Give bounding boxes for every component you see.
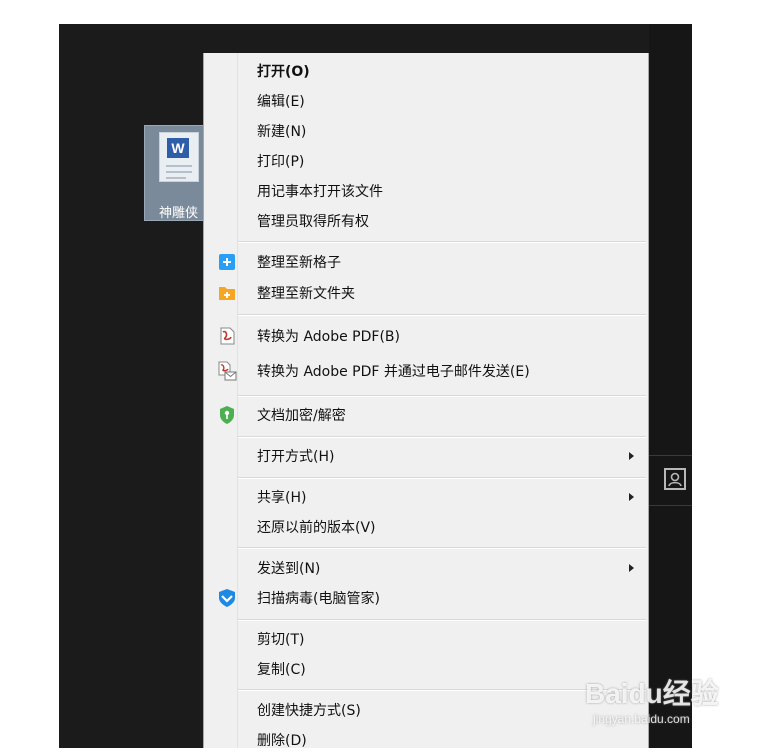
menu-item-open-with-notepad[interactable]: 用记事本打开该文件 — [204, 177, 648, 205]
menu-separator — [238, 477, 646, 479]
person-card-icon[interactable] — [664, 468, 686, 490]
menu-item-label: 创建快捷方式(S) — [257, 703, 361, 719]
submenu-arrow-icon — [629, 564, 634, 572]
menu-item-open-with[interactable]: 打开方式(H) — [204, 442, 648, 470]
submenu-arrow-icon — [629, 452, 634, 460]
menu-item-label: 转换为 Adobe PDF 并通过电子邮件发送(E) — [257, 364, 530, 380]
menu-item-delete[interactable]: 删除(D) — [204, 726, 648, 754]
shield-encrypt-icon — [217, 405, 237, 425]
submenu-arrow-icon — [629, 493, 634, 501]
menu-item-label: 删除(D) — [257, 733, 307, 749]
menu-item-encrypt-decrypt[interactable]: 文档加密/解密 — [204, 401, 648, 429]
menu-item-label: 打开方式(H) — [257, 449, 335, 465]
menu-item-label: 用记事本打开该文件 — [257, 184, 383, 200]
pc-manager-shield-icon — [217, 588, 237, 608]
new-grid-icon — [217, 252, 237, 272]
menu-separator — [238, 436, 646, 438]
adobe-pdf-email-icon — [217, 361, 237, 381]
menu-item-label: 管理员取得所有权 — [257, 214, 369, 230]
menu-item-label: 剪切(T) — [257, 632, 305, 648]
menu-item-label: 复制(C) — [257, 662, 306, 678]
menu-item-label: 新建(N) — [257, 124, 307, 140]
menu-item-print[interactable]: 打印(P) — [204, 147, 648, 175]
menu-item-organize-new-folder[interactable]: 整理至新文件夹 — [204, 279, 648, 307]
menu-separator — [238, 395, 646, 397]
adobe-pdf-icon — [217, 326, 237, 346]
desktop-file[interactable]: W 神雕侠 — [144, 125, 208, 221]
menu-item-label: 整理至新文件夹 — [257, 286, 355, 302]
menu-separator — [238, 619, 646, 621]
menu-item-label: 共享(H) — [257, 490, 307, 506]
new-folder-icon — [217, 283, 237, 303]
desktop-right-panel — [649, 24, 692, 748]
menu-item-organize-new-grid[interactable]: 整理至新格子 — [204, 248, 648, 276]
menu-separator — [238, 547, 646, 549]
menu-item-label: 整理至新格子 — [257, 255, 341, 271]
menu-item-new[interactable]: 新建(N) — [204, 117, 648, 145]
menu-item-label: 打印(P) — [257, 154, 305, 170]
menu-item-send-to[interactable]: 发送到(N) — [204, 554, 648, 582]
menu-item-label: 编辑(E) — [257, 94, 305, 110]
menu-separator — [238, 314, 646, 316]
menu-item-convert-pdf[interactable]: 转换为 Adobe PDF(B) — [204, 322, 648, 350]
menu-item-copy[interactable]: 复制(C) — [204, 655, 648, 683]
menu-item-label: 转换为 Adobe PDF(B) — [257, 329, 400, 345]
menu-item-label: 扫描病毒(电脑管家) — [257, 591, 380, 607]
file-name-label: 神雕侠 — [159, 206, 199, 221]
baidu-watermark: Baidu经验 jingyan.baidu.com — [585, 672, 745, 732]
menu-separator — [238, 241, 646, 243]
menu-item-label: 还原以前的版本(V) — [257, 520, 376, 536]
side-panel-divider — [649, 505, 692, 506]
menu-item-share[interactable]: 共享(H) — [204, 483, 648, 511]
watermark-url: jingyan.baidu.com — [593, 712, 690, 726]
menu-item-cut[interactable]: 剪切(T) — [204, 625, 648, 653]
menu-item-scan-virus[interactable]: 扫描病毒(电脑管家) — [204, 584, 648, 612]
menu-item-open[interactable]: 打开(O) — [204, 57, 648, 85]
word-document-icon: W — [167, 138, 189, 158]
menu-item-restore-previous-versions[interactable]: 还原以前的版本(V) — [204, 513, 648, 541]
menu-item-label: 文档加密/解密 — [257, 408, 346, 424]
context-menu: 打开(O) 编辑(E) 新建(N) 打印(P) 用记事本打开该文件 管理员取得所… — [203, 53, 649, 749]
menu-item-take-ownership[interactable]: 管理员取得所有权 — [204, 207, 648, 235]
watermark-logo: Baidu经验 — [585, 678, 719, 709]
menu-item-label: 发送到(N) — [257, 561, 321, 577]
side-panel-divider — [649, 455, 692, 456]
menu-item-label: 打开(O) — [257, 64, 310, 80]
menu-item-edit[interactable]: 编辑(E) — [204, 87, 648, 115]
menu-item-convert-pdf-email[interactable]: 转换为 Adobe PDF 并通过电子邮件发送(E) — [204, 357, 648, 385]
menu-item-create-shortcut[interactable]: 创建快捷方式(S) — [204, 696, 648, 724]
